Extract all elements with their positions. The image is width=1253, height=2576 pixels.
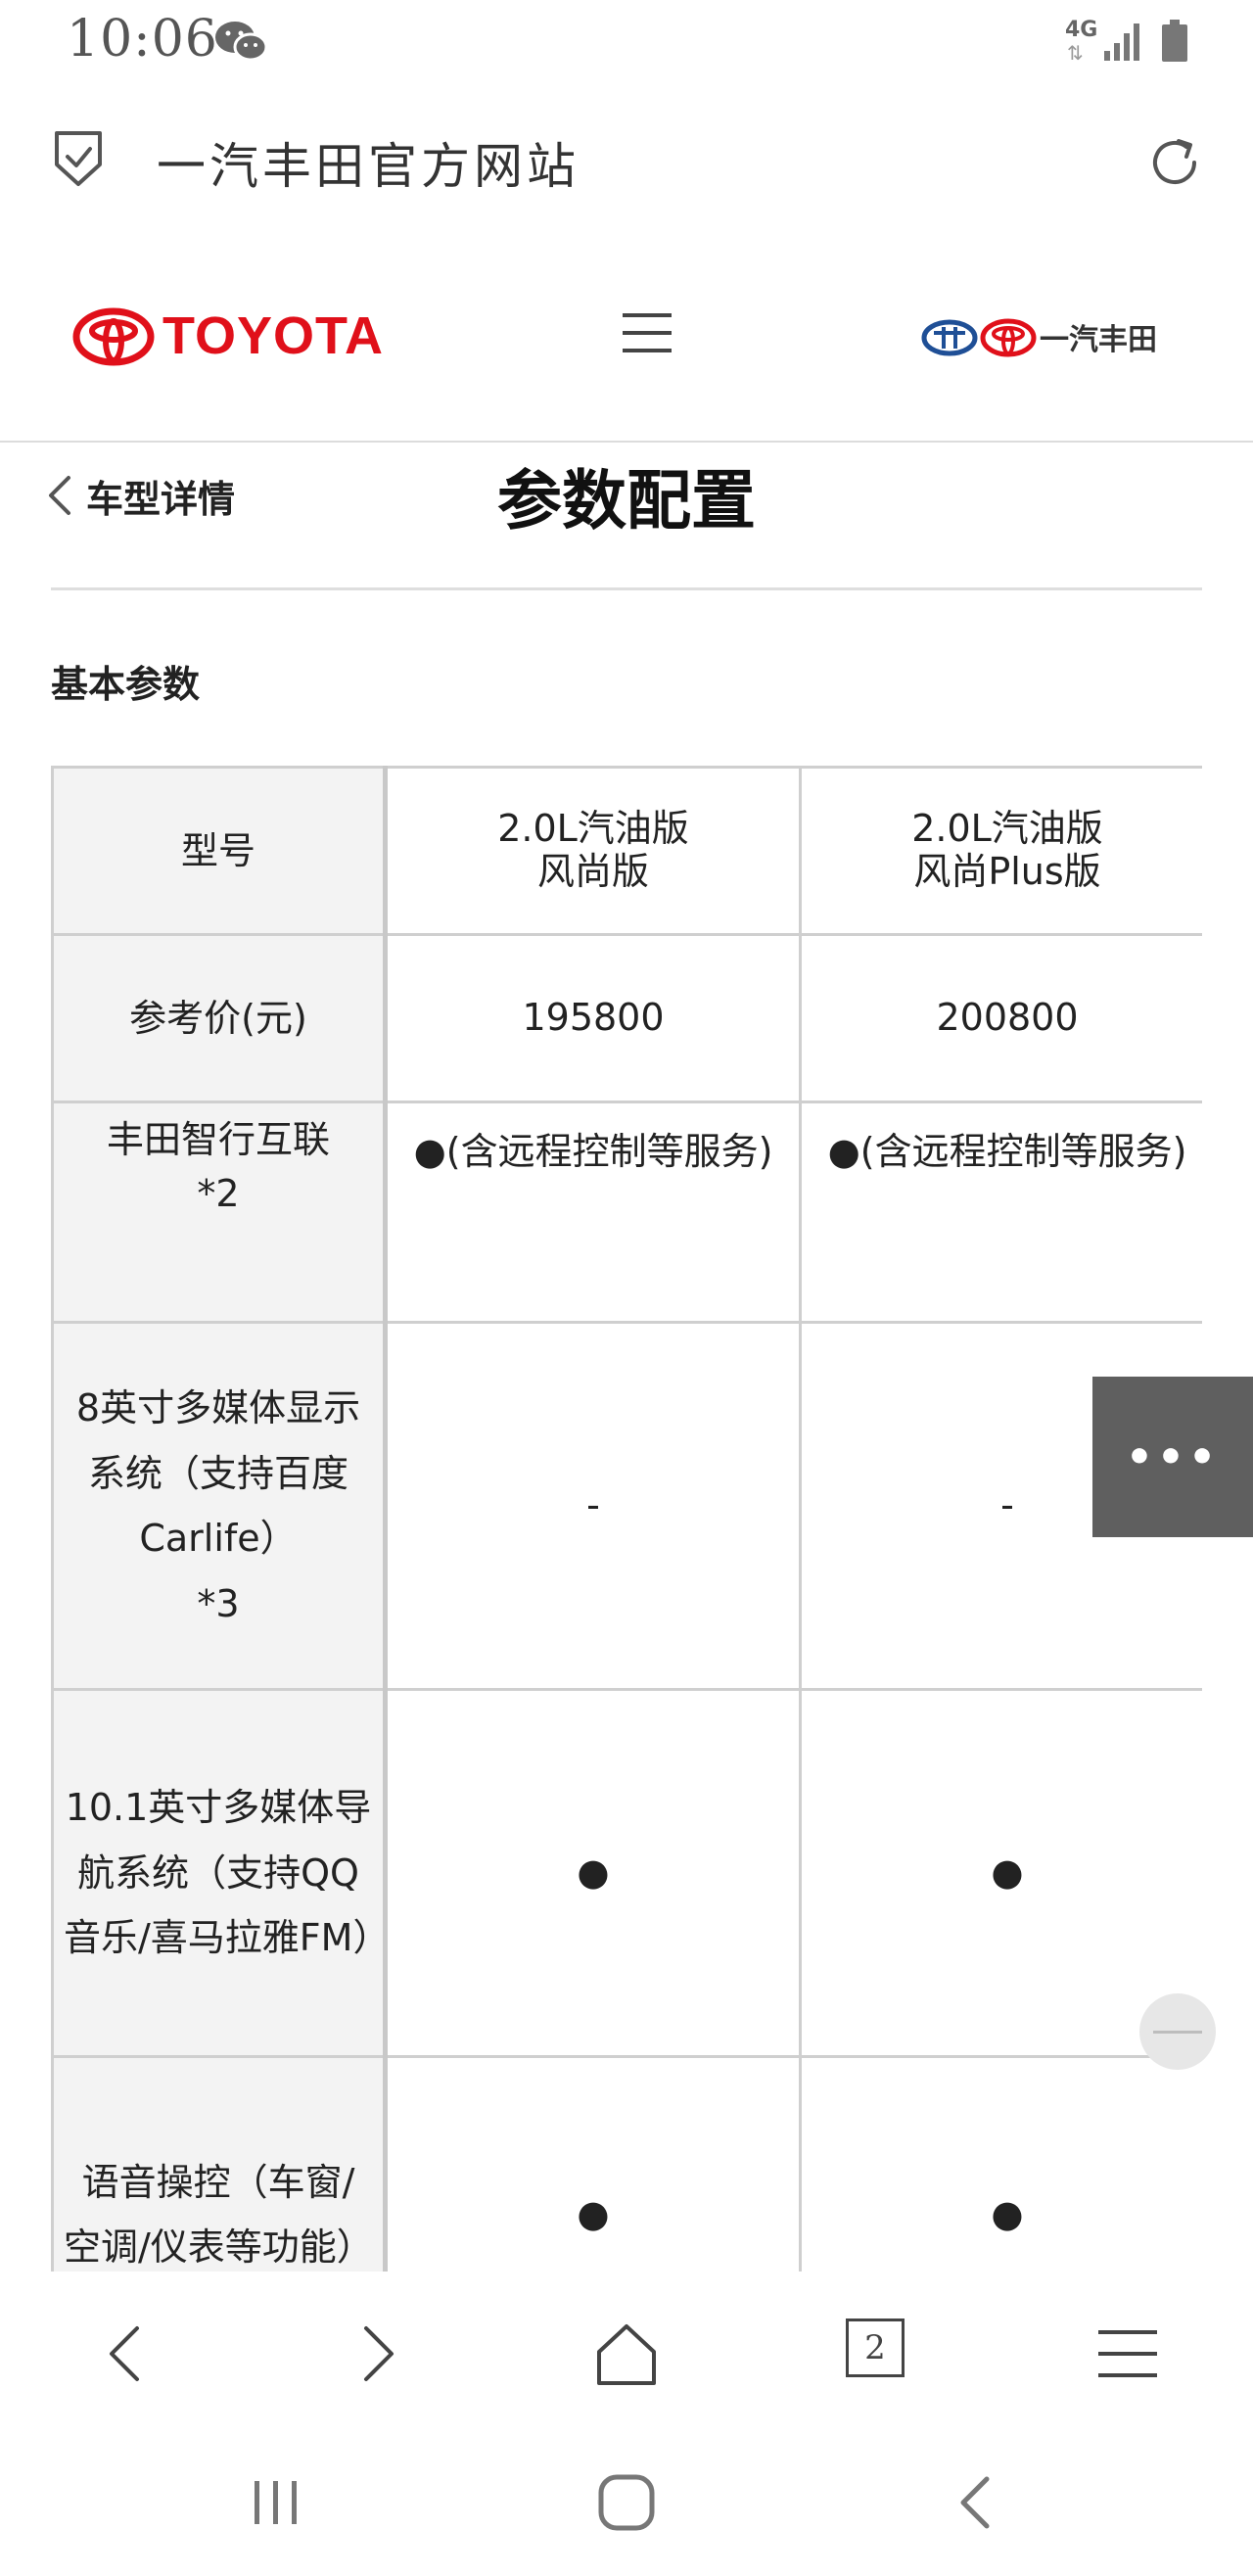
cell-value: ●(含远程控制等服务) [384,1101,802,1324]
cell-value: 2.0L汽油版 风尚Plus版 [799,766,1202,936]
data-arrows-icon: ⇅ [1067,41,1084,65]
table-row: 丰田智行互联 *2 ●(含远程控制等服务) ●(含远程控制等服务) [51,1101,1202,1324]
table-row: 8英寸多媒体显示系统（支持百度Carlife） *3 - - [51,1321,1202,1691]
table-row: 型号 2.0L汽油版 风尚版 2.0L汽油版 风尚Plus版 [51,766,1202,936]
scroll-handle-icon [1153,2030,1202,2034]
browser-menu-icon[interactable] [1092,2318,1163,2389]
cell-value: ● [384,1688,802,2058]
cell-value: ●(含远程控制等服务) [799,1101,1202,1324]
spec-table-container[interactable]: 型号 2.0L汽油版 风尚版 2.0L汽油版 风尚Plus版 参考价(元) 19… [51,766,1202,2272]
cell-text: 2.0L汽油版 风尚Plus版 [911,807,1103,893]
table-row: 语音操控（车窗/空调/仪表等功能） ● ● [51,2055,1202,2272]
cell-text: 2.0L汽油版 风尚版 [497,807,689,893]
table-row: 10.1英寸多媒体导航系统（支持QQ音乐/喜马拉雅FM） ● ● [51,1688,1202,2058]
cell-value: ● [384,2055,802,2272]
site-title[interactable]: 一汽丰田官方网站 [157,127,580,198]
cell-value: ● [799,2055,1202,2272]
signal-icon [1104,23,1139,61]
back-arrow-icon[interactable] [92,2318,162,2389]
shield-check-icon[interactable] [51,127,106,190]
cell-value: 200800 [799,933,1202,1103]
home-button-icon[interactable] [595,2471,658,2534]
row-label: 8英寸多媒体显示系统（支持百度Carlife） *3 [51,1321,388,1691]
forward-arrow-icon[interactable] [341,2318,411,2389]
home-icon[interactable] [591,2318,662,2389]
row-label: 参考价(元) [51,933,388,1103]
chevron-left-icon [49,476,70,515]
row-label: 10.1英寸多媒体导航系统（支持QQ音乐/喜马拉雅FM） [51,1688,390,2058]
scroll-handle-button[interactable] [1139,1993,1216,2070]
table-row: 参考价(元) 195800 200800 [51,933,1202,1103]
back-link-label: 车型详情 [86,477,236,521]
cell-text: 8英寸多媒体显示系统（支持百度Carlife） *3 [75,1386,361,1625]
reload-icon[interactable] [1143,131,1206,194]
row-label: 语音操控（车窗/空调/仪表等功能） [51,2055,388,2272]
status-time: 10:06 [67,10,218,69]
row-label: 型号 [51,766,388,936]
cell-value: ● [799,1688,1202,2058]
cell-value: 2.0L汽油版 风尚版 [384,766,802,936]
network-type-label: 4G [1065,18,1098,42]
battery-icon [1162,20,1187,62]
cell-text: 丰田智行互联 *2 [106,1118,330,1216]
more-options-button[interactable]: ••• [1092,1377,1253,1537]
back-to-model-details-link[interactable]: 车型详情 [47,466,235,525]
more-dots-icon: ••• [1125,1431,1221,1482]
cell-value: - [384,1321,802,1691]
row-label: 丰田智行互联 *2 [51,1101,388,1324]
title-divider [51,587,1202,590]
toyota-wordmark[interactable]: TOYOTA [162,305,384,366]
tab-switcher-button[interactable]: 2 [846,2318,905,2377]
wechat-icon [215,22,268,62]
spec-table: 型号 2.0L汽油版 风尚版 2.0L汽油版 风尚Plus版 参考价(元) 19… [51,766,1202,2272]
faw-toyota-text: 一汽丰田 [1040,323,1157,357]
recent-apps-icon[interactable] [245,2471,307,2534]
cell-value: 195800 [384,933,802,1103]
section-title: 基本参数 [51,663,201,706]
system-back-icon[interactable] [946,2471,1008,2534]
hamburger-menu-icon[interactable] [623,311,672,354]
